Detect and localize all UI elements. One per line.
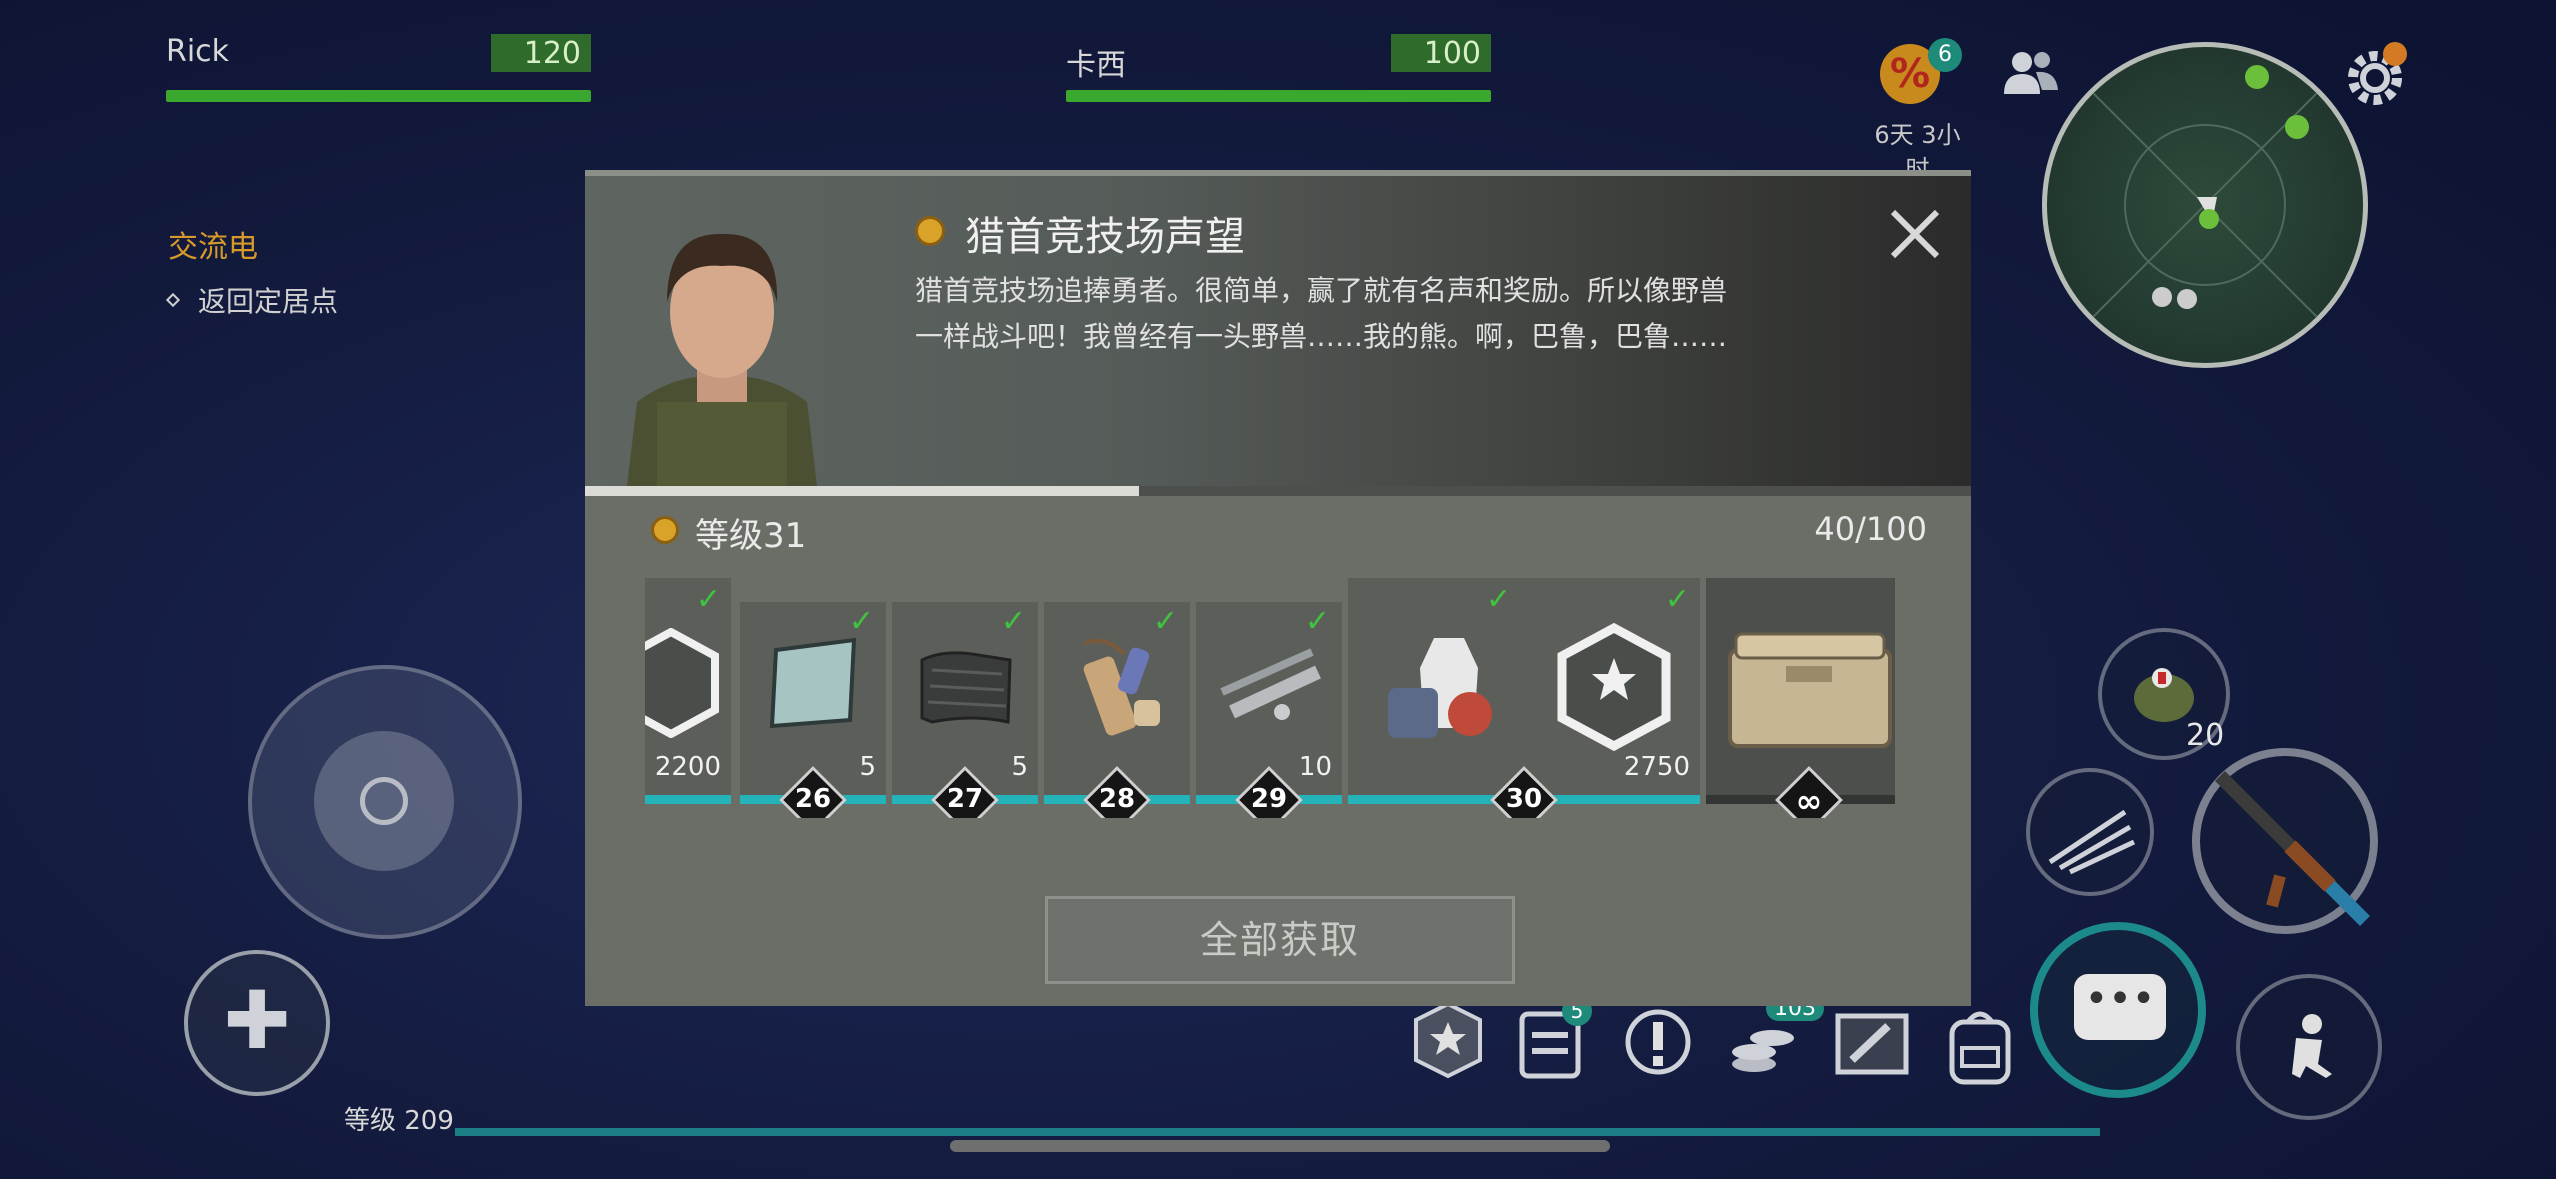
claimed-check-icon: ✓ [1152, 604, 1178, 639]
joystick-center-icon [360, 777, 408, 825]
backpack-icon [1949, 1011, 2011, 1085]
coins-button[interactable]: 103 [1724, 996, 1824, 1082]
player-name: 卡西 [1066, 48, 1126, 83]
event-timer: 6天 3小时 [1874, 121, 1961, 170]
dialog-desc-2: 一样战斗吧！我曾经有一头野兽……我的熊。啊，巴鲁，巴鲁…… [915, 320, 1728, 353]
npc-portrait [627, 233, 817, 486]
hp-bar [166, 90, 591, 102]
reputation-progress [585, 486, 1971, 496]
build-button[interactable]: ✚ [184, 950, 330, 1096]
reward-qty: 2200 [654, 752, 721, 782]
reward-card[interactable] [1706, 578, 1895, 804]
alert-icon [1625, 1009, 1691, 1075]
claimed-check-icon: ✓ [1664, 582, 1690, 617]
minimap[interactable] [2042, 42, 2368, 368]
reputation-badge-icon [1557, 622, 1671, 752]
close-icon [1890, 209, 1940, 259]
map-button[interactable] [1832, 1004, 1912, 1084]
percent-icon: % [1889, 51, 1931, 97]
bullet-icon [165, 292, 181, 308]
melee-button[interactable] [2026, 768, 2154, 896]
close-button[interactable] [1885, 204, 1945, 264]
reputation-dialog: 猎首竞技场声望 猎首竞技场追捧勇者。很简单，赢了就有名声和奖励。所以像野兽 一样… [585, 170, 1971, 1006]
reputation-button[interactable] [1408, 1000, 1488, 1080]
hp-bar [1066, 90, 1491, 102]
level-number: 29 [1250, 784, 1288, 814]
claimed-check-icon: ✓ [1486, 582, 1512, 617]
map-wrench-icon [1835, 1013, 1909, 1075]
home-indicator[interactable] [950, 1140, 1610, 1152]
supply-crate-icon [1728, 632, 1892, 748]
gear-icon [2348, 42, 2407, 105]
claimed-check-icon: ✓ [1000, 604, 1026, 639]
discount-badge: 6 [1928, 38, 1962, 72]
quest-tracker[interactable]: 交流电 返回定居点 [165, 222, 339, 320]
level-number: 27 [946, 784, 984, 814]
rifle-icon [2215, 771, 2370, 926]
claimed-check-icon: ✓ [1304, 604, 1330, 639]
tasks-button[interactable]: 5 [1512, 996, 1592, 1080]
quest-objective: 返回定居点 [198, 285, 339, 318]
player-level: 等级 209 [344, 1106, 454, 1136]
fire-button[interactable] [2192, 748, 2378, 934]
slash-icon [2048, 809, 2136, 875]
level-number: 30 [1505, 784, 1543, 814]
dialog-title: 猎首竞技场声望 [965, 214, 1245, 260]
plus-icon: ✚ [223, 974, 291, 1067]
dialog-header: 猎首竞技场声望 猎首竞技场追捧勇者。很简单，赢了就有名声和奖励。所以像野兽 一样… [585, 176, 1971, 486]
alert-button[interactable] [1616, 1000, 1700, 1084]
reward-line [645, 795, 731, 804]
chat-button[interactable]: ••• [2030, 922, 2206, 1098]
reward-qty: 5 [1011, 752, 1028, 782]
crouch-icon [2292, 1014, 2332, 1078]
claimed-check-icon: ✓ [848, 604, 874, 639]
settings-button[interactable] [2340, 40, 2410, 110]
level-number: 28 [1098, 784, 1136, 814]
star-badge-icon [1414, 1001, 1482, 1079]
reward-card[interactable]: ✓ 2200 [645, 578, 731, 804]
player-name: Rick [166, 34, 230, 69]
reputation-progress-fill [585, 486, 1140, 496]
quest-title: 交流电 [168, 230, 258, 265]
level-number: 26 [794, 784, 832, 814]
minimap-grid [2047, 47, 2363, 363]
carbon-fabric-icon [920, 651, 1012, 724]
weapon-parts-icon [1220, 648, 1321, 720]
reputation-points: 40/100 [1814, 510, 1927, 548]
reputation-coin-icon [915, 216, 945, 246]
claimed-check-icon: ✓ [695, 582, 721, 617]
scroll-bundle-icon [1083, 638, 1160, 736]
movement-joystick[interactable] [248, 665, 522, 939]
reward-qty: 10 [1298, 752, 1332, 782]
reward-qty: 2750 [1623, 752, 1690, 782]
chat-icon: ••• [2074, 974, 2166, 1040]
armor-set-icon [1388, 638, 1492, 738]
claim-all-button[interactable]: 全部获取 [1045, 896, 1515, 984]
level-coin-icon [651, 516, 679, 544]
hp-value: 100 [1391, 34, 1491, 72]
level-number: ∞ [1795, 782, 1823, 818]
hp-value: 120 [491, 34, 591, 72]
crouch-button[interactable] [2236, 974, 2382, 1120]
backpack-button[interactable] [1940, 1002, 2020, 1086]
dialog-desc-1: 猎首竞技场追捧勇者。很简单，赢了就有名声和奖励。所以像野兽 [915, 274, 1728, 307]
level-label: 等级31 [695, 516, 807, 556]
steel-plate-icon [769, 637, 857, 729]
reward-qty: 5 [859, 752, 876, 782]
xp-bar [455, 1128, 2100, 1136]
reputation-badge-icon [645, 628, 719, 738]
reward-track[interactable]: ✓ 2200 ✓ 5 ✓ 5 ✓ ✓ 10 ✓ ✓ 2750 26 27 28 … [645, 578, 1895, 818]
